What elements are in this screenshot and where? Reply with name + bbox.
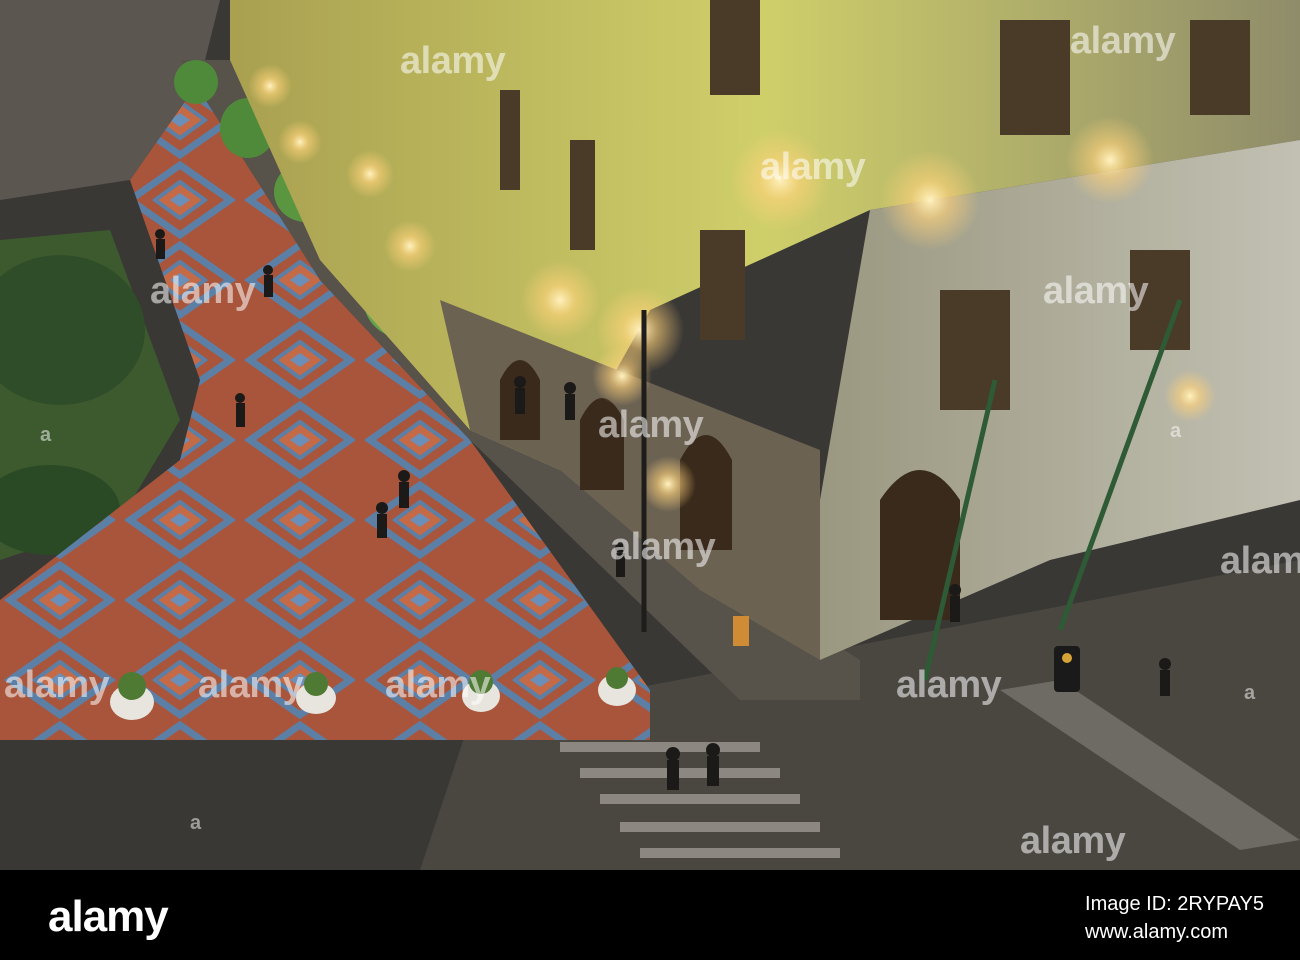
watermark: alamy bbox=[1043, 270, 1149, 312]
site-url: www.alamy.com bbox=[1085, 921, 1229, 943]
watermark: a bbox=[190, 812, 201, 834]
watermark: a bbox=[1170, 420, 1181, 442]
watermark: alamy bbox=[198, 664, 304, 706]
watermark: alamy bbox=[760, 146, 866, 188]
watermark: a bbox=[40, 424, 51, 446]
alamy-logo: alamy bbox=[48, 892, 169, 941]
footer-bar: alamy Image ID: 2RYPAY5 www.alamy.com bbox=[0, 870, 1300, 960]
watermark: alamy bbox=[598, 404, 704, 446]
watermark: alamy bbox=[1070, 20, 1176, 62]
watermark: alamy bbox=[1020, 820, 1126, 862]
watermark: alamy bbox=[400, 40, 506, 82]
watermark: alamy bbox=[4, 664, 110, 706]
watermark: alamy bbox=[150, 270, 256, 312]
watermark: alamy bbox=[385, 664, 491, 706]
watermark: alamy bbox=[896, 664, 1002, 706]
photo: alamy alamy alamy alamy alamy alamy alam… bbox=[0, 0, 1300, 870]
image-id: Image ID: 2RYPAY5 bbox=[1085, 893, 1264, 915]
watermark: a bbox=[1244, 682, 1255, 704]
watermark: alamy bbox=[610, 526, 716, 568]
image-meta: Image ID: 2RYPAY5 www.alamy.com bbox=[1085, 890, 1264, 946]
watermark: alamy bbox=[1220, 540, 1300, 582]
